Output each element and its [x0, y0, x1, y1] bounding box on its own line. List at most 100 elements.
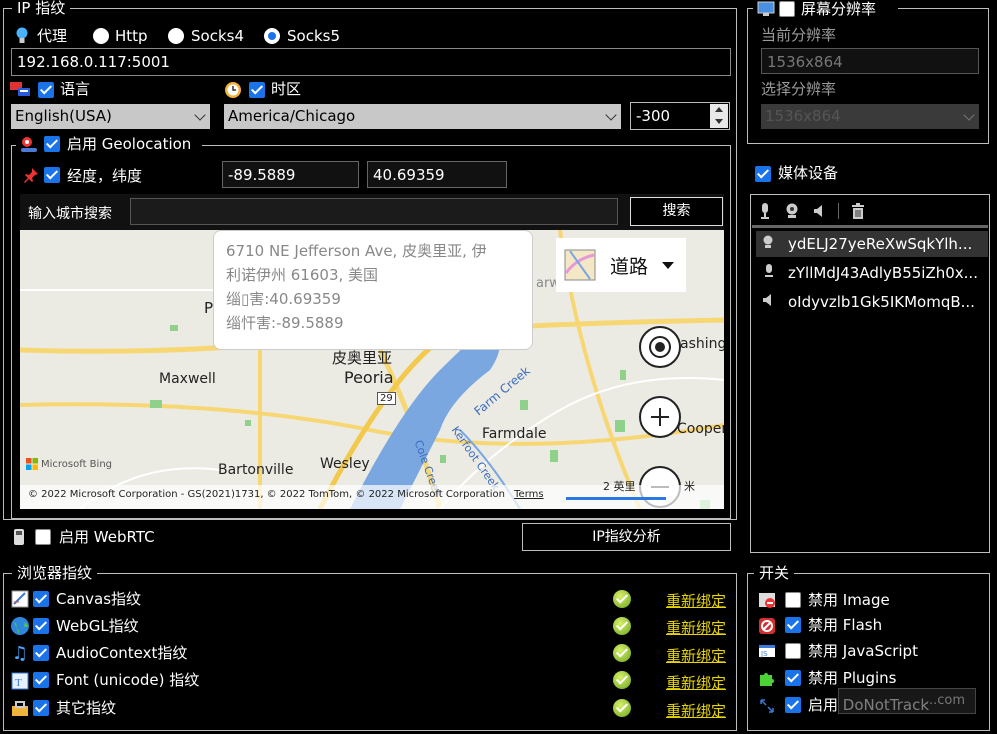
disable-image-checkbox[interactable] — [785, 592, 801, 608]
toolbox-icon — [10, 698, 30, 718]
svg-text:T: T — [15, 677, 22, 689]
scale-text: 2 英里 — [603, 480, 636, 493]
longitude-input[interactable]: -89.5889 — [222, 161, 359, 188]
font-checkbox[interactable] — [33, 672, 49, 688]
media-device-item[interactable]: oIdyvzlb1Gk5IKMomqB... — [756, 289, 988, 315]
socks5-radio-label[interactable]: Socks5 — [287, 26, 340, 46]
disable-javascript-checkbox[interactable] — [785, 643, 801, 659]
spin-buttons[interactable] — [710, 104, 728, 128]
webgl-ok-icon — [613, 617, 631, 635]
http-radio-label[interactable]: Http — [115, 26, 148, 46]
screen-resolution-label: 屏幕分辨率 — [801, 0, 877, 18]
ip-fingerprint-legend: IP 指纹 — [12, 0, 71, 17]
webrtc-label: 启用 WebRTC — [59, 528, 155, 546]
watermark: ...com — [838, 688, 976, 714]
webgl-rebind-link[interactable]: 重新绑定 — [666, 617, 726, 638]
scale-bar — [566, 497, 666, 500]
switches-legend: 开关 — [754, 564, 795, 582]
socks4-radio-label[interactable]: Socks4 — [191, 26, 244, 46]
other-checkbox[interactable] — [33, 700, 49, 716]
timezone-offset-spinner[interactable]: -300 — [630, 102, 730, 130]
lonlat-checkbox[interactable] — [44, 167, 60, 183]
disable-plugins-checkbox[interactable] — [785, 670, 801, 686]
toolbar-divider — [838, 203, 839, 219]
proxy-address-input[interactable]: 192.168.0.117:5001 — [11, 48, 731, 76]
webgl-label: WebGL指纹 — [56, 617, 139, 635]
media-device-name: oIdyvzlb1Gk5IKMomqB... — [788, 293, 975, 311]
microphone-icon[interactable] — [756, 201, 774, 221]
audiocontext-label: AudioContext指纹 — [56, 644, 188, 662]
browser-fingerprint-legend: 浏览器指纹 — [12, 564, 98, 582]
socks4-radio[interactable] — [168, 28, 184, 44]
webrtc-checkbox[interactable] — [35, 529, 51, 545]
speaker-icon — [762, 289, 774, 315]
lonlat-label: 经度，纬度 — [67, 167, 143, 185]
city-search-input[interactable] — [130, 198, 618, 225]
speaker-icon[interactable] — [810, 201, 828, 221]
terms-link[interactable]: Terms — [514, 489, 543, 500]
ip-analyze-button[interactable]: IP指纹分析 — [522, 523, 731, 551]
other-label: 其它指纹 — [56, 699, 117, 717]
donottrack-icon — [757, 696, 777, 716]
popup-address-line: 利诺伊州 61603, 美国 — [226, 266, 379, 284]
other-rebind-link[interactable]: 重新绑定 — [666, 700, 726, 721]
timezone-label: 时区 — [271, 80, 302, 98]
map-place-label: Bartonville — [218, 462, 294, 478]
popup-latitude: 缁▯害:40.69359 — [226, 290, 341, 308]
audiocontext-checkbox[interactable] — [33, 645, 49, 661]
enable-donottrack-checkbox[interactable] — [785, 697, 801, 713]
bing-logo: Microsoft Bing — [26, 458, 112, 470]
microphone-icon — [764, 260, 774, 286]
disable-flash-label: 禁用 Flash — [808, 616, 883, 634]
screen-resolution-checkbox[interactable] — [779, 1, 795, 17]
map-view[interactable]: Maxwell Peoria 皮奥里亚 Farmdale Bartonville… — [20, 230, 724, 509]
language-select[interactable]: English(USA) — [11, 104, 210, 129]
trash-icon[interactable] — [849, 201, 867, 221]
plugins-puzzle-icon — [757, 668, 777, 688]
webrtc-device-icon — [12, 527, 26, 547]
map-style-selector[interactable]: 道路 — [556, 238, 686, 292]
city-search-label: 输入城市搜索 — [28, 206, 112, 222]
timezone-select[interactable]: America/Chicago — [224, 104, 621, 129]
disable-javascript-label: 禁用 JavaScript — [808, 642, 918, 660]
audiocontext-rebind-link[interactable]: 重新绑定 — [666, 645, 726, 666]
disable-image-label: 禁用 Image — [808, 591, 890, 609]
map-place-label: Wesley — [320, 456, 370, 472]
bing-brand: Microsoft Bing — [41, 458, 113, 470]
canvas-rebind-link[interactable]: 重新绑定 — [666, 590, 726, 611]
canvas-checkbox[interactable] — [33, 591, 49, 607]
map-copyright: © 2022 Microsoft Corporation - GS(2021)1… — [20, 480, 724, 509]
zoom-in-button[interactable] — [639, 396, 681, 438]
map-place-label: Farmdale — [482, 426, 547, 442]
http-radio[interactable] — [93, 28, 109, 44]
canvas-ok-icon — [613, 590, 631, 608]
clock-icon — [223, 80, 243, 100]
media-device-item[interactable]: zYllMdJ43AdlyB55iZh0x... — [756, 260, 988, 286]
media-device-name: ydELJ27yeReXwSqkYlh... — [788, 235, 973, 253]
timezone-checkbox[interactable] — [249, 82, 265, 98]
chevron-down-icon — [194, 109, 206, 121]
media-devices-checkbox[interactable] — [755, 166, 771, 182]
timezone-select-value: America/Chicago — [228, 107, 356, 125]
caret-down-icon — [662, 261, 675, 269]
webgl-checkbox[interactable] — [33, 618, 49, 634]
proxy-bulb-icon — [14, 27, 30, 45]
language-checkbox[interactable] — [38, 82, 54, 98]
spin-down-icon[interactable] — [715, 119, 723, 124]
canvas-icon — [10, 589, 30, 609]
font-rebind-link[interactable]: 重新绑定 — [666, 672, 726, 693]
locate-me-button[interactable] — [639, 326, 681, 368]
geolocation-checkbox[interactable] — [44, 136, 60, 152]
media-device-item[interactable]: ydELJ27yeReXwSqkYlh... — [756, 231, 988, 257]
language-select-value: English(USA) — [15, 107, 112, 125]
canvas-label: Canvas指纹 — [56, 590, 142, 608]
select-resolution-dropdown: 1536x864 — [761, 104, 979, 129]
search-button[interactable]: 搜索 — [630, 197, 723, 226]
popup-address-line: 6710 NE Jefferson Ave, 皮奥里亚, 伊 — [226, 242, 487, 260]
music-note-icon: ♫ — [11, 642, 29, 664]
latitude-input[interactable]: 40.69359 — [367, 161, 507, 188]
webcam-icon[interactable] — [783, 201, 801, 221]
spin-up-icon[interactable] — [715, 107, 723, 112]
disable-flash-checkbox[interactable] — [785, 617, 801, 633]
socks5-radio[interactable] — [264, 28, 280, 44]
